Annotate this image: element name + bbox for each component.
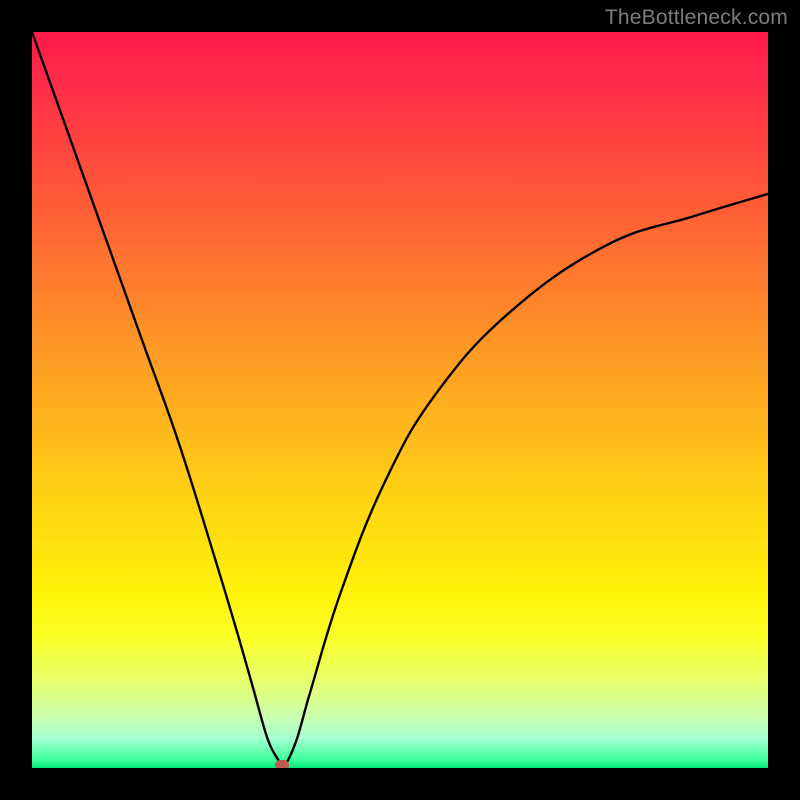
minimum-marker — [275, 760, 289, 768]
curve-svg — [32, 32, 768, 768]
bottleneck-curve — [32, 32, 768, 768]
plot-area — [32, 32, 768, 768]
chart-frame: TheBottleneck.com — [0, 0, 800, 800]
watermark-label: TheBottleneck.com — [605, 6, 788, 30]
